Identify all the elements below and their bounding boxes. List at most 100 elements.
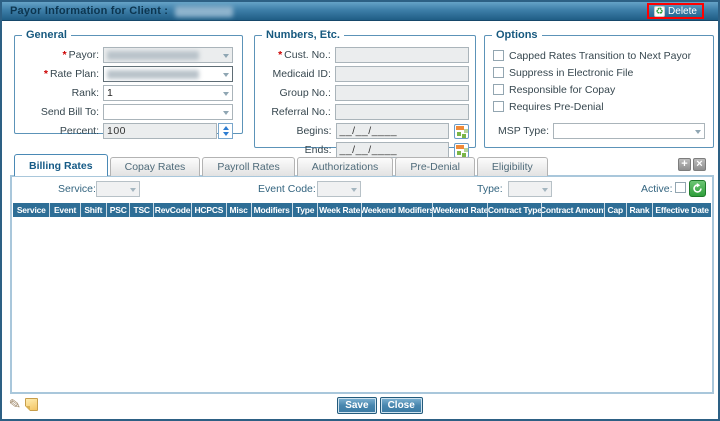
tab-authorizations[interactable]: Authorizations <box>297 157 394 176</box>
save-button[interactable]: Save <box>337 397 376 414</box>
rank-value: 1 <box>107 87 113 99</box>
rate-plan-select[interactable] <box>103 66 233 82</box>
msp-type-select[interactable] <box>553 123 705 139</box>
payor-value-redacted <box>107 51 199 60</box>
add-button[interactable]: + <box>678 158 691 171</box>
required-marker: * <box>278 49 282 61</box>
percent-spinner[interactable] <box>218 123 233 139</box>
cust-no-input[interactable] <box>335 47 469 63</box>
options-legend: Options <box>492 29 542 41</box>
calendar-icon[interactable] <box>454 124 469 139</box>
medicaid-id-input[interactable] <box>335 66 469 82</box>
tab-eligibility[interactable]: Eligibility <box>477 157 548 176</box>
payor-label: *Payor: <box>21 49 99 61</box>
capped-rates-checkbox[interactable] <box>493 50 504 61</box>
send-bill-to-select[interactable] <box>103 104 233 120</box>
column-header-rank[interactable]: Rank <box>627 203 653 217</box>
column-header-week-rate[interactable]: Week Rate <box>318 203 361 217</box>
service-filter-label: Service: <box>58 183 96 195</box>
payor-information-dialog: Payor Information for Client : ♻ Delete … <box>0 0 720 421</box>
tab-payroll-rates[interactable]: Payroll Rates <box>202 157 294 176</box>
required-marker: * <box>44 68 48 80</box>
requires-pre-denial-checkbox[interactable] <box>493 101 504 112</box>
type-select[interactable] <box>508 181 552 197</box>
rates-table-body <box>13 217 711 391</box>
active-filter-label: Active: <box>641 183 673 195</box>
cust-no-row: *Cust. No.: <box>261 47 469 63</box>
medicaid-id-label: Medicaid ID: <box>261 68 331 80</box>
options-section: Options Capped Rates Transition to Next … <box>484 35 714 148</box>
option-label: Responsible for Copay <box>509 84 615 96</box>
delete-button-highlight: ♻ Delete <box>647 3 704 19</box>
referral-no-label: Referral No.: <box>261 106 331 118</box>
tab-copay-rates[interactable]: Copay Rates <box>110 157 201 176</box>
column-header-misc[interactable]: Misc <box>227 203 252 217</box>
spinner-down-icon <box>223 132 229 136</box>
begins-input[interactable]: __/__/____ <box>336 123 450 139</box>
column-header-contract-amount[interactable]: Contract Amount <box>542 203 605 217</box>
msp-type-row: MSP Type: <box>485 123 705 139</box>
percent-input[interactable]: 100 <box>103 123 217 139</box>
option-label: Capped Rates Transition to Next Payor <box>509 50 691 62</box>
option-row: Requires Pre-Denial <box>493 100 705 113</box>
chevron-down-icon <box>130 188 136 192</box>
dialog-titlebar: Payor Information for Client : ♻ Delete <box>2 2 718 21</box>
rate-plan-row: *Rate Plan: <box>21 66 236 82</box>
responsible-for-copay-checkbox[interactable] <box>493 84 504 95</box>
column-header-service[interactable]: Service <box>13 203 50 217</box>
column-header-event[interactable]: Event <box>50 203 80 217</box>
close-panel-button[interactable]: × <box>693 158 706 171</box>
service-select[interactable] <box>96 181 140 197</box>
spinner-up-icon <box>223 126 229 130</box>
referral-no-row: Referral No.: <box>261 104 469 120</box>
tab-billing-rates[interactable]: Billing Rates <box>14 154 108 176</box>
page-title: Payor Information for Client : <box>10 5 168 17</box>
column-header-weekend-modifiers[interactable]: Weekend Modifiers <box>362 203 433 217</box>
option-row: Responsible for Copay <box>493 83 705 96</box>
column-header-effective-date[interactable]: Effective Date <box>653 203 711 217</box>
referral-no-input[interactable] <box>335 104 469 120</box>
rank-label: Rank: <box>21 87 99 99</box>
refresh-icon <box>692 183 703 194</box>
close-button[interactable]: Close <box>380 397 423 414</box>
percent-value: 100 <box>107 125 126 137</box>
delete-button[interactable]: ♻ Delete <box>654 6 697 17</box>
group-no-input[interactable] <box>335 85 469 101</box>
column-header-weekend-rate[interactable]: Weekend Rate <box>433 203 488 217</box>
chevron-down-icon <box>223 92 229 96</box>
billing-rates-panel: Service: Event Code: Type: Active: Servi… <box>10 175 714 394</box>
column-header-type[interactable]: Type <box>293 203 319 217</box>
suppress-electronic-file-checkbox[interactable] <box>493 67 504 78</box>
chevron-down-icon <box>223 54 229 58</box>
chevron-down-icon <box>542 188 548 192</box>
column-header-modifiers[interactable]: Modifiers <box>252 203 293 217</box>
chevron-down-icon <box>351 188 357 192</box>
column-header-contract-type[interactable]: Contract Type <box>488 203 542 217</box>
tab-pre-denial[interactable]: Pre-Denial <box>395 157 475 176</box>
numbers-legend: Numbers, Etc. <box>262 29 344 41</box>
rates-tab-bar: Billing Rates Copay Rates Payroll Rates … <box>14 154 550 176</box>
rank-select[interactable]: 1 <box>103 85 233 101</box>
payor-select[interactable] <box>103 47 233 63</box>
column-header-shift[interactable]: Shift <box>81 203 107 217</box>
column-header-psc[interactable]: PSC <box>107 203 130 217</box>
cust-no-label: *Cust. No.: <box>261 49 331 61</box>
msp-type-label: MSP Type: <box>498 125 549 137</box>
refresh-button[interactable] <box>689 180 706 197</box>
percent-label: Percent: <box>21 125 99 137</box>
active-checkbox[interactable] <box>675 182 686 193</box>
send-bill-to-label: Send Bill To: <box>21 106 99 118</box>
column-header-cap[interactable]: Cap <box>605 203 627 217</box>
general-legend: General <box>22 29 71 41</box>
begins-value: __/__/____ <box>340 125 398 137</box>
chevron-down-icon <box>695 130 701 134</box>
type-filter-label: Type: <box>477 183 503 195</box>
column-header-hcpcs[interactable]: HCPCS <box>192 203 227 217</box>
begins-row: Begins: __/__/____ <box>261 123 469 139</box>
column-header-tsc[interactable]: TSC <box>130 203 153 217</box>
rate-plan-label: *Rate Plan: <box>21 68 99 80</box>
column-header-revcode[interactable]: RevCode <box>154 203 192 217</box>
event-code-select[interactable] <box>317 181 361 197</box>
group-no-row: Group No.: <box>261 85 469 101</box>
group-no-label: Group No.: <box>261 87 331 99</box>
